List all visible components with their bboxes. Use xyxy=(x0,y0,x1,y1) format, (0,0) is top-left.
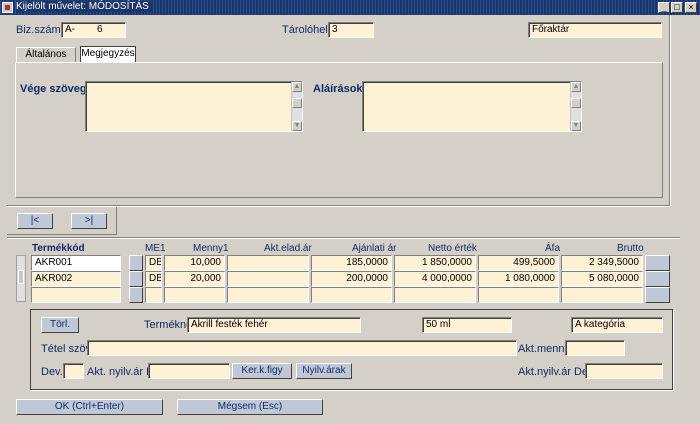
grid-cell-akt-elad-ar[interactable] xyxy=(227,271,309,287)
alairasok-label: Aláírások xyxy=(313,83,363,95)
grid-cell-brutto[interactable]: 2 349,5000 xyxy=(561,255,643,271)
col-header-afa: Áfa xyxy=(545,243,561,254)
alairasok-scrollbar[interactable]: ▲ ▼ xyxy=(570,82,581,131)
cancel-button[interactable]: Mégsem (Esc) xyxy=(177,399,323,415)
col-header-termekkod: Termékkód xyxy=(32,243,85,254)
app-icon xyxy=(2,2,13,13)
col-header-brutto: Brutto xyxy=(617,243,644,254)
grid-cell-menny[interactable] xyxy=(164,287,225,303)
grid-scrollbar[interactable] xyxy=(16,255,26,302)
grid-cell-brutto[interactable] xyxy=(561,287,643,303)
grid-cell-menny[interactable]: 20,000 xyxy=(164,271,225,287)
last-record-button[interactable]: >| xyxy=(71,213,107,229)
col-header-me1: ME1 xyxy=(145,243,166,254)
nyilv-arak-button[interactable]: Nyilv.árak xyxy=(296,363,352,379)
separator-line xyxy=(669,15,670,206)
ker-k-figy-button[interactable]: Ker.k.figy xyxy=(232,363,292,379)
grid-cell-netto[interactable]: 4 000,0000 xyxy=(394,271,476,287)
biz-szam-prefix: A- xyxy=(65,24,75,35)
akt-menny-field[interactable] xyxy=(565,340,625,356)
ok-button[interactable]: OK (Ctrl+Enter) xyxy=(16,399,163,415)
col-header-netto-ertek: Netto érték xyxy=(428,243,477,254)
close-button[interactable]: × xyxy=(685,2,697,13)
grid-cell-akt-elad-ar[interactable] xyxy=(227,255,309,271)
tab-megjegyzes[interactable]: Megjegyzés xyxy=(80,46,136,63)
grid-cell-me[interactable] xyxy=(145,287,162,303)
separator-line xyxy=(6,205,670,206)
grid-cell-kod[interactable] xyxy=(31,287,121,303)
grid-cell-afa[interactable]: 499,5000 xyxy=(478,255,559,271)
scroll-up-arrow-icon[interactable]: ▲ xyxy=(292,82,302,92)
grid-cell-ajanlati-ar[interactable]: 185,0000 xyxy=(311,255,392,271)
tetel-szov-field[interactable] xyxy=(87,340,517,356)
col-header-menny1: Menny1 xyxy=(193,243,229,254)
grid-cell-afa[interactable] xyxy=(478,287,559,303)
alairasok-textarea[interactable]: ▲ ▼ xyxy=(362,81,582,132)
grid-scroll-thumb[interactable] xyxy=(18,270,24,284)
torl-button[interactable]: Törl. xyxy=(41,317,79,333)
akt-nyilv-ar-ft-field[interactable] xyxy=(148,363,230,379)
scroll-thumb[interactable] xyxy=(292,98,302,108)
first-record-button[interactable]: |< xyxy=(17,213,53,229)
termeknev-field[interactable]: Akrill festék fehér xyxy=(187,317,361,333)
grid-cell-ajanlati-ar[interactable]: 200,0000 xyxy=(311,271,392,287)
minimize-button[interactable]: _ xyxy=(658,2,670,13)
scroll-down-arrow-icon[interactable]: ▼ xyxy=(571,121,581,131)
grid-cell-me[interactable]: DB xyxy=(145,255,162,271)
grid-cell-brutto[interactable]: 5 080,0000 xyxy=(561,271,643,287)
grid-cell-menny[interactable]: 10,000 xyxy=(164,255,225,271)
biz-szam-value: 6 xyxy=(97,24,103,35)
maximize-button[interactable]: □ xyxy=(671,2,683,13)
grid-row-action-button[interactable] xyxy=(645,287,670,303)
biz-szam-label: Biz.szám xyxy=(16,24,61,36)
col-header-ajanlati-ar: Ajánlati ár xyxy=(352,243,397,254)
grid-cell-akt-elad-ar[interactable] xyxy=(227,287,309,303)
tab-altalanos[interactable]: Általános xyxy=(16,47,76,63)
kategoria-field[interactable]: A kategória xyxy=(571,317,663,333)
grid-cell-netto[interactable] xyxy=(394,287,476,303)
grid-cell-me[interactable]: DB xyxy=(145,271,162,287)
kiszereles-field[interactable]: 50 ml xyxy=(422,317,512,333)
grid-row-action-button[interactable] xyxy=(645,255,670,271)
scroll-down-arrow-icon[interactable]: ▼ xyxy=(292,121,302,131)
grid-row-select-button[interactable] xyxy=(129,271,143,287)
scroll-up-arrow-icon[interactable]: ▲ xyxy=(571,82,581,92)
scroll-thumb[interactable] xyxy=(571,98,581,108)
vege-szoveg-scrollbar[interactable]: ▲ ▼ xyxy=(291,82,302,131)
title-bar: Kijelölt művelet: MÓDOSÍTÁS _ □ × xyxy=(0,0,700,15)
vege-szoveg-textarea[interactable]: ▲ ▼ xyxy=(85,81,303,132)
notes-panel: Vége szöveg ▲ ▼ Aláírások ▲ ▼ xyxy=(15,62,663,198)
vege-szoveg-label: Vége szöveg xyxy=(20,83,87,95)
akt-nyilv-ar-dev-field[interactable] xyxy=(585,363,663,379)
grid-cell-kod[interactable]: AKR001 xyxy=(31,255,121,271)
akt-menny-label: Akt.menny xyxy=(518,343,570,355)
grid-cell-ajanlati-ar[interactable] xyxy=(311,287,392,303)
tarolohely-label: Tárolóhely xyxy=(282,24,334,36)
dev-field[interactable] xyxy=(63,363,84,379)
separator-line xyxy=(7,237,680,238)
grid-cell-afa[interactable]: 1 080,0000 xyxy=(478,271,559,287)
grid-cell-netto[interactable]: 1 850,0000 xyxy=(394,255,476,271)
col-header-akt-elad-ar: Akt.elad.ár xyxy=(264,243,312,254)
raktar-field[interactable]: Főraktár xyxy=(528,22,662,38)
grid-row-select-button[interactable] xyxy=(129,287,143,303)
grid-cell-kod[interactable]: AKR002 xyxy=(31,271,121,287)
grid-row-action-button[interactable] xyxy=(645,271,670,287)
tetel-szov-label: Tétel szöv. xyxy=(41,343,94,355)
grid-row-select-button[interactable] xyxy=(129,255,143,271)
tarolohely-field[interactable]: 3 xyxy=(328,22,374,38)
window-title: Kijelölt művelet: MÓDOSÍTÁS xyxy=(16,1,153,12)
biz-szam-field[interactable]: A- 6 xyxy=(61,22,126,38)
